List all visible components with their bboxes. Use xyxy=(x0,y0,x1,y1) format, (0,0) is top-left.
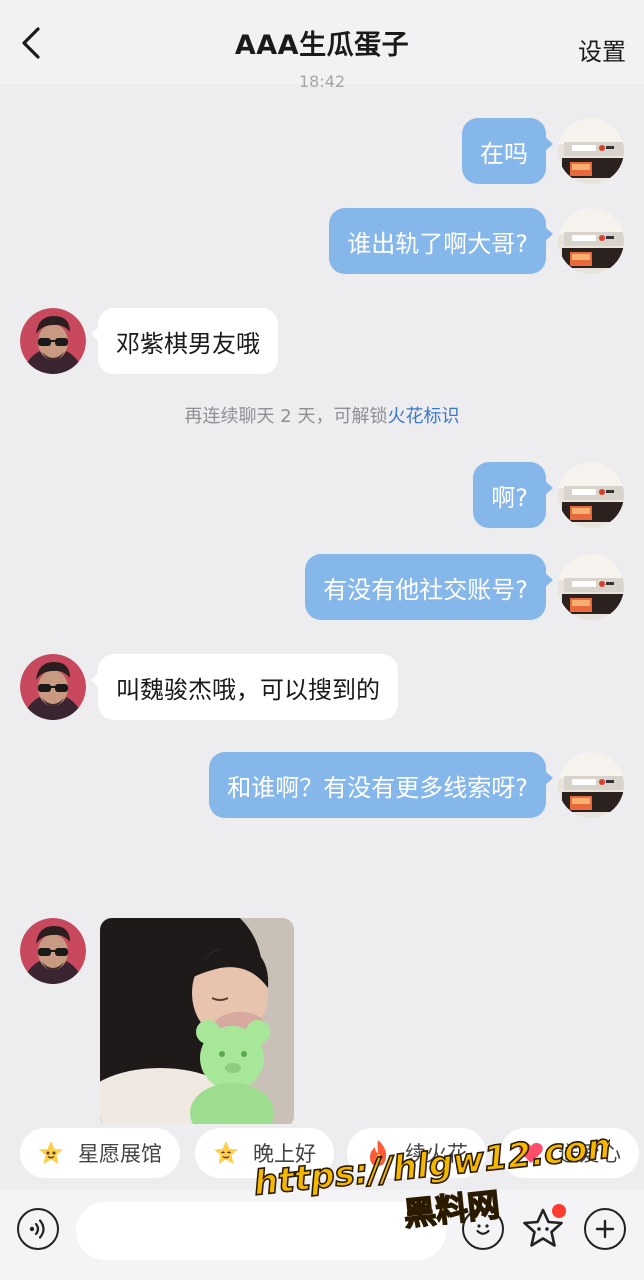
star-face-icon xyxy=(36,1138,66,1168)
friend-avatar[interactable] xyxy=(20,308,86,374)
quick-reply-label: 送爱心 xyxy=(558,1142,621,1166)
star-gift-button[interactable] xyxy=(520,1204,566,1252)
chevron-left-icon xyxy=(22,27,40,59)
quick-reply-bar: 星愿展馆 晚上好 续火花 送爱心 xyxy=(0,1128,644,1182)
self-avatar[interactable] xyxy=(558,462,624,528)
message-row: 邓紫棋男友哦 xyxy=(0,308,644,374)
smiley-icon xyxy=(476,1224,490,1235)
outgoing-message-bubble[interactable]: 在吗 xyxy=(462,118,553,184)
quick-reply-label: 星愿展馆 xyxy=(78,1142,162,1166)
streak-notice-text: 再连续聊天 2 天，可解锁 xyxy=(184,406,388,427)
quick-reply-chip[interactable]: 续火花 xyxy=(347,1128,486,1178)
quick-reply-chip[interactable]: 星愿展馆 xyxy=(20,1128,180,1178)
spark-badge-link[interactable]: 火花标识 xyxy=(387,406,459,427)
message-row: 谁出轨了啊大哥? xyxy=(0,208,644,274)
spark-streak-notice: 再连续聊天 2 天，可解锁火花标识 xyxy=(0,402,644,428)
outgoing-message-bubble[interactable]: 谁出轨了啊大哥? xyxy=(329,208,553,274)
notification-dot xyxy=(552,1204,566,1218)
voice-wave-icon xyxy=(29,1219,45,1239)
outgoing-message-bubble[interactable]: 有没有他社交账号? xyxy=(305,554,553,620)
friend-avatar[interactable] xyxy=(20,654,86,720)
message-row: 有没有他社交账号? xyxy=(0,554,644,620)
message-row: 啊? xyxy=(0,462,644,528)
emoji-button[interactable] xyxy=(462,1208,504,1250)
flame-icon xyxy=(363,1138,393,1168)
incoming-message-bubble[interactable]: 叫魏骏杰哦，可以搜到的 xyxy=(91,654,398,720)
message-row: 叫魏骏杰哦，可以搜到的 xyxy=(0,654,644,720)
quick-reply-chip[interactable]: 送爱心 xyxy=(500,1128,639,1178)
photo-message[interactable] xyxy=(100,918,294,1124)
settings-button[interactable]: 设置 xyxy=(578,32,626,67)
more-actions-button[interactable] xyxy=(584,1208,626,1250)
self-avatar[interactable] xyxy=(558,554,624,620)
message-row xyxy=(0,918,644,1124)
star-face-icon xyxy=(211,1138,241,1168)
outgoing-message-bubble[interactable]: 啊? xyxy=(473,462,553,528)
self-avatar[interactable] xyxy=(558,118,624,184)
outgoing-message-bubble[interactable]: 和谁啊？有没有更多线索呀? xyxy=(209,752,553,818)
message-row: 在吗 xyxy=(0,118,644,184)
back-button[interactable] xyxy=(14,26,48,60)
message-list[interactable]: 在吗 谁出轨了啊大哥? 邓紫棋男友哦 再连续聊天 2 天，可解锁火花标识 啊? … xyxy=(0,84,644,1124)
message-row: 和谁啊？有没有更多线索呀? xyxy=(0,752,644,818)
chat-title: AAA生瓜蛋子 xyxy=(234,29,410,61)
quick-reply-chip[interactable]: 晚上好 xyxy=(195,1128,334,1178)
incoming-message-bubble[interactable]: 邓紫棋男友哦 xyxy=(91,308,278,374)
heart-icon xyxy=(516,1138,546,1168)
quick-reply-label: 晚上好 xyxy=(253,1142,316,1166)
quick-reply-label: 续火花 xyxy=(405,1142,468,1166)
message-input[interactable] xyxy=(76,1202,446,1260)
plus-icon xyxy=(595,1219,615,1239)
self-avatar[interactable] xyxy=(558,752,624,818)
friend-avatar[interactable] xyxy=(20,918,86,984)
composer-bar xyxy=(0,1190,644,1280)
voice-input-button[interactable] xyxy=(17,1208,59,1250)
self-avatar[interactable] xyxy=(558,208,624,274)
